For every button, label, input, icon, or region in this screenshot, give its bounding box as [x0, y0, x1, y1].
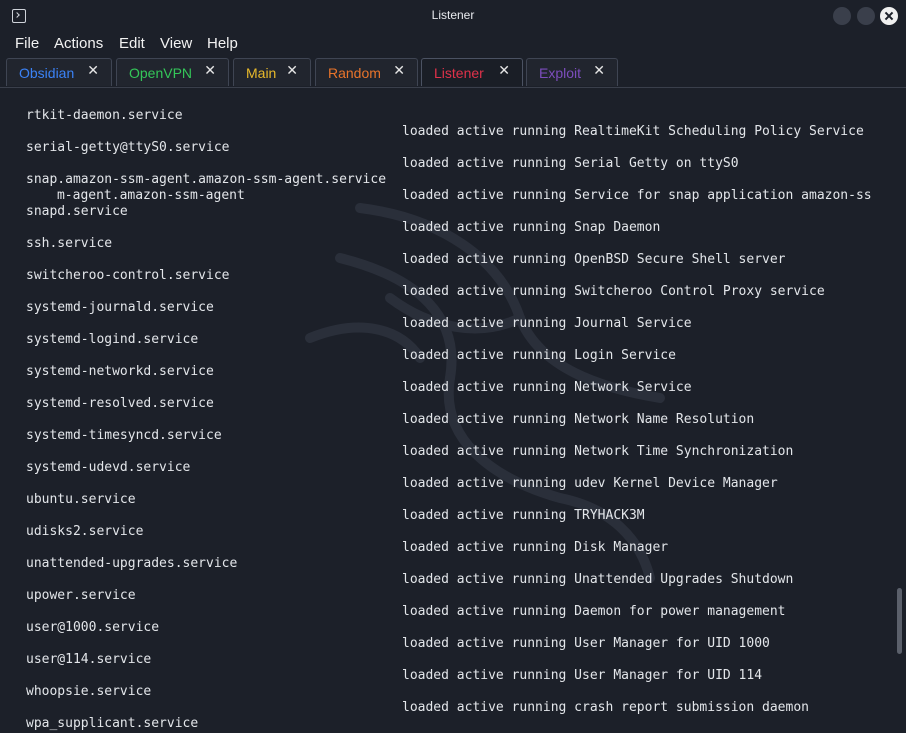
tab-listener[interactable]: Listener ✕: [421, 58, 523, 86]
unit-name: wpa_supplicant.service: [26, 716, 199, 731]
unit-name: systemd-logind.service: [26, 332, 199, 347]
service-row: udisks2.service loaded active running Di…: [10, 508, 668, 555]
service-row: wpa_supplicant.service loaded active run…: [10, 700, 684, 733]
maximize-button[interactable]: [857, 7, 875, 25]
unit-status: loaded active running Network Name Resol…: [402, 412, 755, 427]
unit-name: whoopsie.service: [26, 684, 152, 699]
unit-name: systemd-resolved.service: [26, 396, 214, 411]
tab-close-icon[interactable]: ✕: [498, 63, 510, 79]
unit-name: user@1000.service: [26, 620, 160, 635]
close-window-button[interactable]: [880, 7, 898, 25]
unit-status: loaded active running Network Service: [402, 380, 692, 395]
tab-label: Obsidian: [19, 65, 75, 81]
tab-label: Main: [246, 65, 277, 81]
service-row: upower.service loaded active running Dae…: [10, 572, 786, 619]
unit-name: serial-getty@ttyS0.service: [26, 140, 230, 155]
tab-openvpn[interactable]: OpenVPN ✕: [116, 58, 229, 86]
menu-actions[interactable]: Actions: [54, 35, 103, 52]
unit-status: loaded active running TRYHACK3M: [402, 508, 645, 523]
tab-label: Listener: [434, 65, 484, 81]
tab-random[interactable]: Random ✕: [315, 58, 418, 86]
service-row: rtkit-daemon.service loaded active runni…: [10, 92, 864, 139]
unit-status: loaded active running crash report submi…: [402, 700, 809, 715]
unit-status: loaded active running Unattended Upgrade…: [402, 572, 794, 587]
tab-close-icon[interactable]: ✕: [204, 63, 216, 79]
scrollbar-thumb[interactable]: [897, 588, 902, 654]
unit-status: loaded active running Journal Service: [402, 316, 692, 331]
tab-close-icon[interactable]: ✕: [87, 63, 99, 79]
tab-label: OpenVPN: [129, 65, 193, 81]
service-row: systemd-timesyncd.service loaded active …: [10, 412, 793, 459]
tab-close-icon[interactable]: ✕: [286, 63, 298, 79]
title-bar[interactable]: Listener: [0, 0, 906, 32]
service-row: snap.amazon-ssm-agent.amazon-ssm-agent.s…: [10, 156, 872, 203]
service-row: systemd-udevd.service loaded active runn…: [10, 444, 778, 491]
wrapped-text: m-agent.amazon-ssm-agent: [56, 188, 245, 203]
unit-status: loaded active running udev Kernel Device…: [402, 476, 778, 491]
service-row: whoopsie.service loaded active running c…: [10, 668, 809, 715]
unit-name: systemd-udevd.service: [26, 460, 191, 475]
service-row: user@1000.service loaded active running …: [10, 604, 770, 651]
service-row: systemd-networkd.service loaded active r…: [10, 348, 692, 395]
window-title: Listener: [431, 8, 475, 22]
service-row: serial-getty@ttyS0.service loaded active…: [10, 124, 739, 171]
unit-status: loaded active running Login Service: [402, 348, 676, 363]
unit-status: loaded active running Snap Daemon: [402, 220, 661, 235]
wrapped-line: m-agent.amazon-ssm-agent: [10, 172, 245, 203]
tab-bar: Obsidian ✕ OpenVPN ✕ Main ✕ Random ✕ Lis…: [0, 56, 906, 88]
unit-status: loaded active running User Manager for U…: [402, 636, 770, 651]
service-row: systemd-journald.service loaded active r…: [10, 284, 692, 331]
tab-label: Random: [328, 65, 381, 81]
unit-status: loaded active running RealtimeKit Schedu…: [402, 124, 864, 139]
unit-name: switcheroo-control.service: [26, 268, 230, 283]
minimize-button[interactable]: [833, 7, 851, 25]
tab-main[interactable]: Main ✕: [233, 58, 311, 86]
menu-bar: File Actions Edit View Help: [0, 32, 906, 56]
tab-close-icon[interactable]: ✕: [593, 63, 605, 79]
terminal-output[interactable]: rtkit-daemon.service loaded active runni…: [0, 88, 890, 733]
unit-name: unattended-upgrades.service: [26, 556, 238, 571]
unit-name: rtkit-daemon.service: [26, 108, 183, 123]
tab-label: Exploit: [539, 65, 582, 81]
service-row: snapd.service loaded active running Snap…: [10, 188, 660, 235]
unit-status: loaded active running Serial Getty on tt…: [402, 156, 739, 171]
menu-edit[interactable]: Edit: [119, 35, 145, 52]
unit-name: snapd.service: [26, 204, 128, 219]
unit-name: udisks2.service: [26, 524, 144, 539]
service-row: switcheroo-control.service loaded active…: [10, 252, 825, 299]
unit-name: ssh.service: [26, 236, 113, 251]
unit-name: user@114.service: [26, 652, 152, 667]
service-row: ssh.service loaded active running OpenBS…: [10, 220, 786, 267]
unit-status: loaded active running User Manager for U…: [402, 668, 763, 683]
unit-status: loaded active running Service for snap a…: [402, 188, 872, 203]
unit-status: loaded active running Switcheroo Control…: [402, 284, 825, 299]
unit-name: systemd-journald.service: [26, 300, 214, 315]
menu-help[interactable]: Help: [207, 35, 238, 52]
unit-name: systemd-networkd.service: [26, 364, 214, 379]
service-row: user@114.service loaded active running U…: [10, 636, 762, 683]
unit-name: systemd-timesyncd.service: [26, 428, 222, 443]
unit-name: upower.service: [26, 588, 136, 603]
service-row: systemd-resolved.service loaded active r…: [10, 380, 754, 427]
unit-status: loaded active running OpenBSD Secure She…: [402, 252, 786, 267]
menu-view[interactable]: View: [160, 35, 192, 52]
unit-name: ubuntu.service: [26, 492, 136, 507]
tab-exploit[interactable]: Exploit ✕: [526, 58, 618, 86]
tab-close-icon[interactable]: ✕: [393, 63, 405, 79]
service-row: unattended-upgrades.service loaded activ…: [10, 540, 793, 587]
terminal-window: Listener File Actions Edit View Help Obs…: [0, 0, 906, 733]
unit-status: loaded active running Disk Manager: [402, 540, 669, 555]
unit-status: loaded active running Daemon for power m…: [402, 604, 786, 619]
service-row: ubuntu.service loaded active running TRY…: [10, 476, 645, 523]
unit-status: loaded active running Network Time Synch…: [402, 444, 794, 459]
tab-obsidian[interactable]: Obsidian ✕: [6, 58, 112, 86]
menu-file[interactable]: File: [15, 35, 39, 52]
service-row: systemd-logind.service loaded active run…: [10, 316, 676, 363]
